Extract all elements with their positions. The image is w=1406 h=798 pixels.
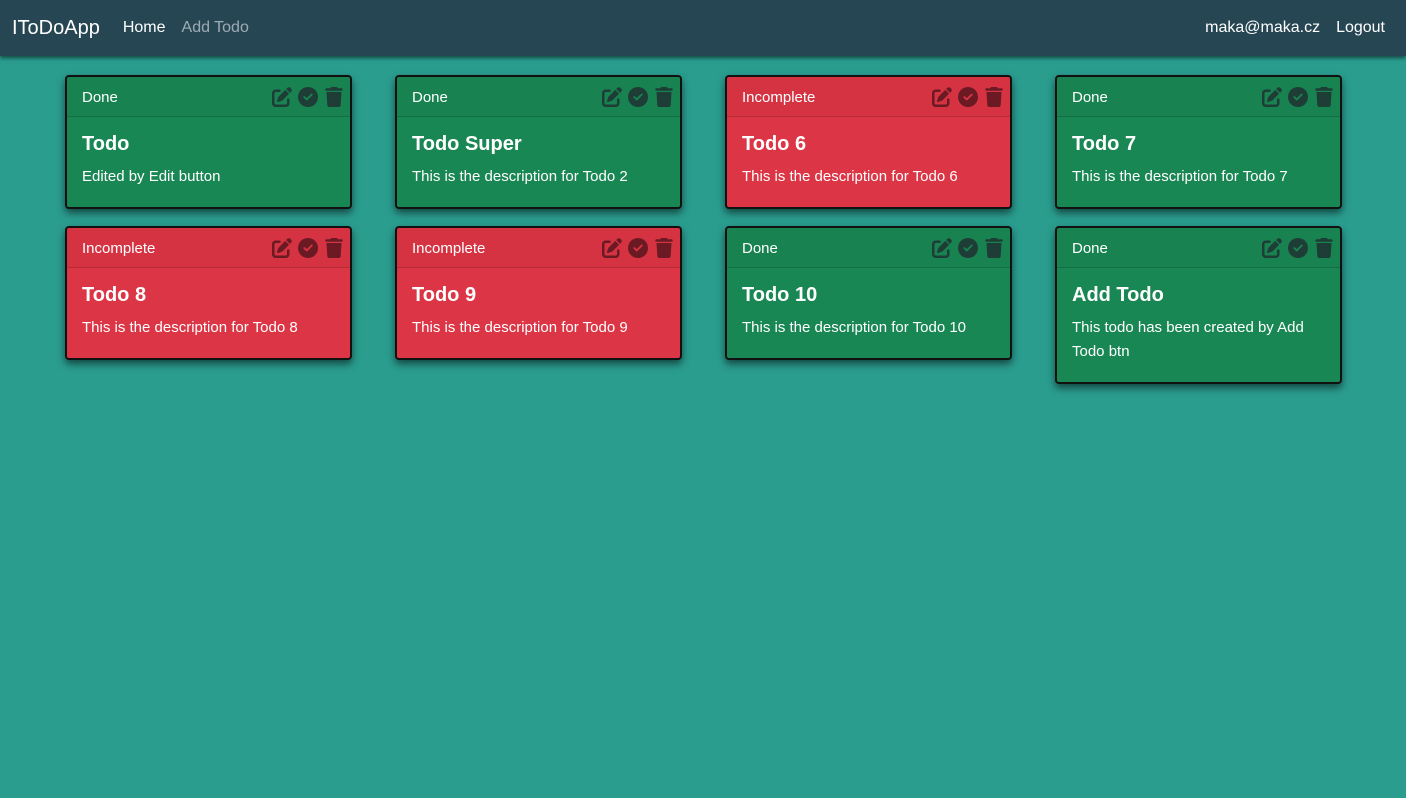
todo-card-body: Todo Super This is the description for T… bbox=[397, 117, 680, 207]
trash-icon[interactable] bbox=[984, 237, 1004, 258]
todo-description: This todo has been created by Add Todo b… bbox=[1072, 319, 1304, 360]
todo-card-header: Done bbox=[397, 77, 680, 117]
todo-actions bbox=[1262, 86, 1334, 107]
todo-actions bbox=[272, 86, 344, 107]
todo-description: This is the description for Todo 10 bbox=[742, 319, 967, 336]
todo-title: Todo 9 bbox=[412, 284, 477, 306]
todo-card-header: Incomplete bbox=[727, 77, 1010, 117]
todo-card: Done Todo Super This is the description … bbox=[395, 75, 682, 209]
navbar-user-area: maka@maka.cz Logout bbox=[1189, 19, 1385, 37]
edit-icon[interactable] bbox=[602, 86, 622, 107]
todo-card-body: Todo 6 This is the description for Todo … bbox=[727, 117, 1010, 207]
todo-actions bbox=[602, 237, 674, 258]
trash-icon[interactable] bbox=[324, 237, 344, 258]
trash-icon[interactable] bbox=[1314, 237, 1334, 258]
todo-grid: Done Todo Edited by Edit button Done Tod… bbox=[65, 75, 1342, 384]
trash-icon[interactable] bbox=[324, 86, 344, 107]
todo-actions bbox=[602, 86, 674, 107]
check-circle-icon[interactable] bbox=[1288, 237, 1308, 258]
nav-home-link[interactable]: Home bbox=[123, 19, 166, 37]
todo-status: Done bbox=[412, 89, 448, 106]
trash-icon[interactable] bbox=[654, 237, 674, 258]
todo-card: Incomplete Todo 9 This is the descriptio… bbox=[395, 226, 682, 360]
todo-description: This is the description for Todo 8 bbox=[82, 319, 298, 336]
edit-icon[interactable] bbox=[1262, 86, 1282, 107]
todo-description: This is the description for Todo 2 bbox=[412, 168, 628, 185]
todo-card-body: Todo 7 This is the description for Todo … bbox=[1057, 117, 1340, 207]
todo-actions bbox=[932, 237, 1004, 258]
todo-card: Done Add Todo This todo has been created… bbox=[1055, 226, 1342, 384]
todo-status: Done bbox=[1072, 240, 1108, 257]
trash-icon[interactable] bbox=[654, 86, 674, 107]
todo-card: Incomplete Todo 6 This is the descriptio… bbox=[725, 75, 1012, 209]
todo-card: Done Todo 10 This is the description for… bbox=[725, 226, 1012, 360]
todo-title: Todo 8 bbox=[82, 284, 147, 306]
brand-link[interactable]: IToDoApp bbox=[12, 17, 100, 40]
todo-status: Incomplete bbox=[412, 240, 486, 257]
todo-card-header: Done bbox=[1057, 228, 1340, 268]
todo-card-header: Incomplete bbox=[67, 228, 350, 268]
todo-card-header: Incomplete bbox=[397, 228, 680, 268]
todo-title: Todo Super bbox=[412, 133, 522, 155]
edit-icon[interactable] bbox=[272, 237, 292, 258]
todo-description: This is the description for Todo 9 bbox=[412, 319, 628, 336]
todo-card: Done Todo Edited by Edit button bbox=[65, 75, 352, 209]
edit-icon[interactable] bbox=[932, 86, 952, 107]
todo-card-body: Todo 9 This is the description for Todo … bbox=[397, 268, 680, 358]
todo-title: Todo 10 bbox=[742, 284, 818, 306]
todo-card-body: Todo 8 This is the description for Todo … bbox=[67, 268, 350, 358]
todo-actions bbox=[1262, 237, 1334, 258]
todo-status: Incomplete bbox=[742, 89, 816, 106]
todo-title: Add Todo bbox=[1072, 284, 1164, 306]
todo-status: Done bbox=[1072, 89, 1108, 106]
check-circle-icon[interactable] bbox=[298, 86, 318, 107]
todo-status: Incomplete bbox=[82, 240, 156, 257]
check-circle-icon[interactable] bbox=[628, 86, 648, 107]
todo-card-header: Done bbox=[1057, 77, 1340, 117]
todo-description: This is the description for Todo 7 bbox=[1072, 168, 1288, 185]
nav-add-todo-link[interactable]: Add Todo bbox=[182, 19, 249, 37]
todo-status: Done bbox=[742, 240, 778, 257]
edit-icon[interactable] bbox=[272, 86, 292, 107]
todo-card-body: Todo Edited by Edit button bbox=[67, 117, 350, 207]
logout-link[interactable]: Logout bbox=[1336, 19, 1385, 37]
edit-icon[interactable] bbox=[932, 237, 952, 258]
todo-card-body: Todo 10 This is the description for Todo… bbox=[727, 268, 1010, 358]
check-circle-icon[interactable] bbox=[958, 86, 978, 107]
todo-title: Todo bbox=[82, 133, 130, 155]
check-circle-icon[interactable] bbox=[298, 237, 318, 258]
check-circle-icon[interactable] bbox=[958, 237, 978, 258]
todo-card-header: Done bbox=[727, 228, 1010, 268]
edit-icon[interactable] bbox=[1262, 237, 1282, 258]
check-circle-icon[interactable] bbox=[628, 237, 648, 258]
navbar: IToDoApp Home Add Todo maka@maka.cz Logo… bbox=[0, 0, 1406, 56]
edit-icon[interactable] bbox=[602, 237, 622, 258]
trash-icon[interactable] bbox=[984, 86, 1004, 107]
todo-description: Edited by Edit button bbox=[82, 168, 221, 185]
todo-title: Todo 6 bbox=[742, 133, 807, 155]
todo-card: Incomplete Todo 8 This is the descriptio… bbox=[65, 226, 352, 360]
todo-card-header: Done bbox=[67, 77, 350, 117]
todo-card-body: Add Todo This todo has been created by A… bbox=[1057, 268, 1340, 382]
todo-title: Todo 7 bbox=[1072, 133, 1137, 155]
todo-description: This is the description for Todo 6 bbox=[742, 168, 958, 185]
user-email-link[interactable]: maka@maka.cz bbox=[1205, 19, 1320, 37]
todo-actions bbox=[932, 86, 1004, 107]
trash-icon[interactable] bbox=[1314, 86, 1334, 107]
todo-status: Done bbox=[82, 89, 118, 106]
todo-card: Done Todo 7 This is the description for … bbox=[1055, 75, 1342, 209]
check-circle-icon[interactable] bbox=[1288, 86, 1308, 107]
todo-actions bbox=[272, 237, 344, 258]
